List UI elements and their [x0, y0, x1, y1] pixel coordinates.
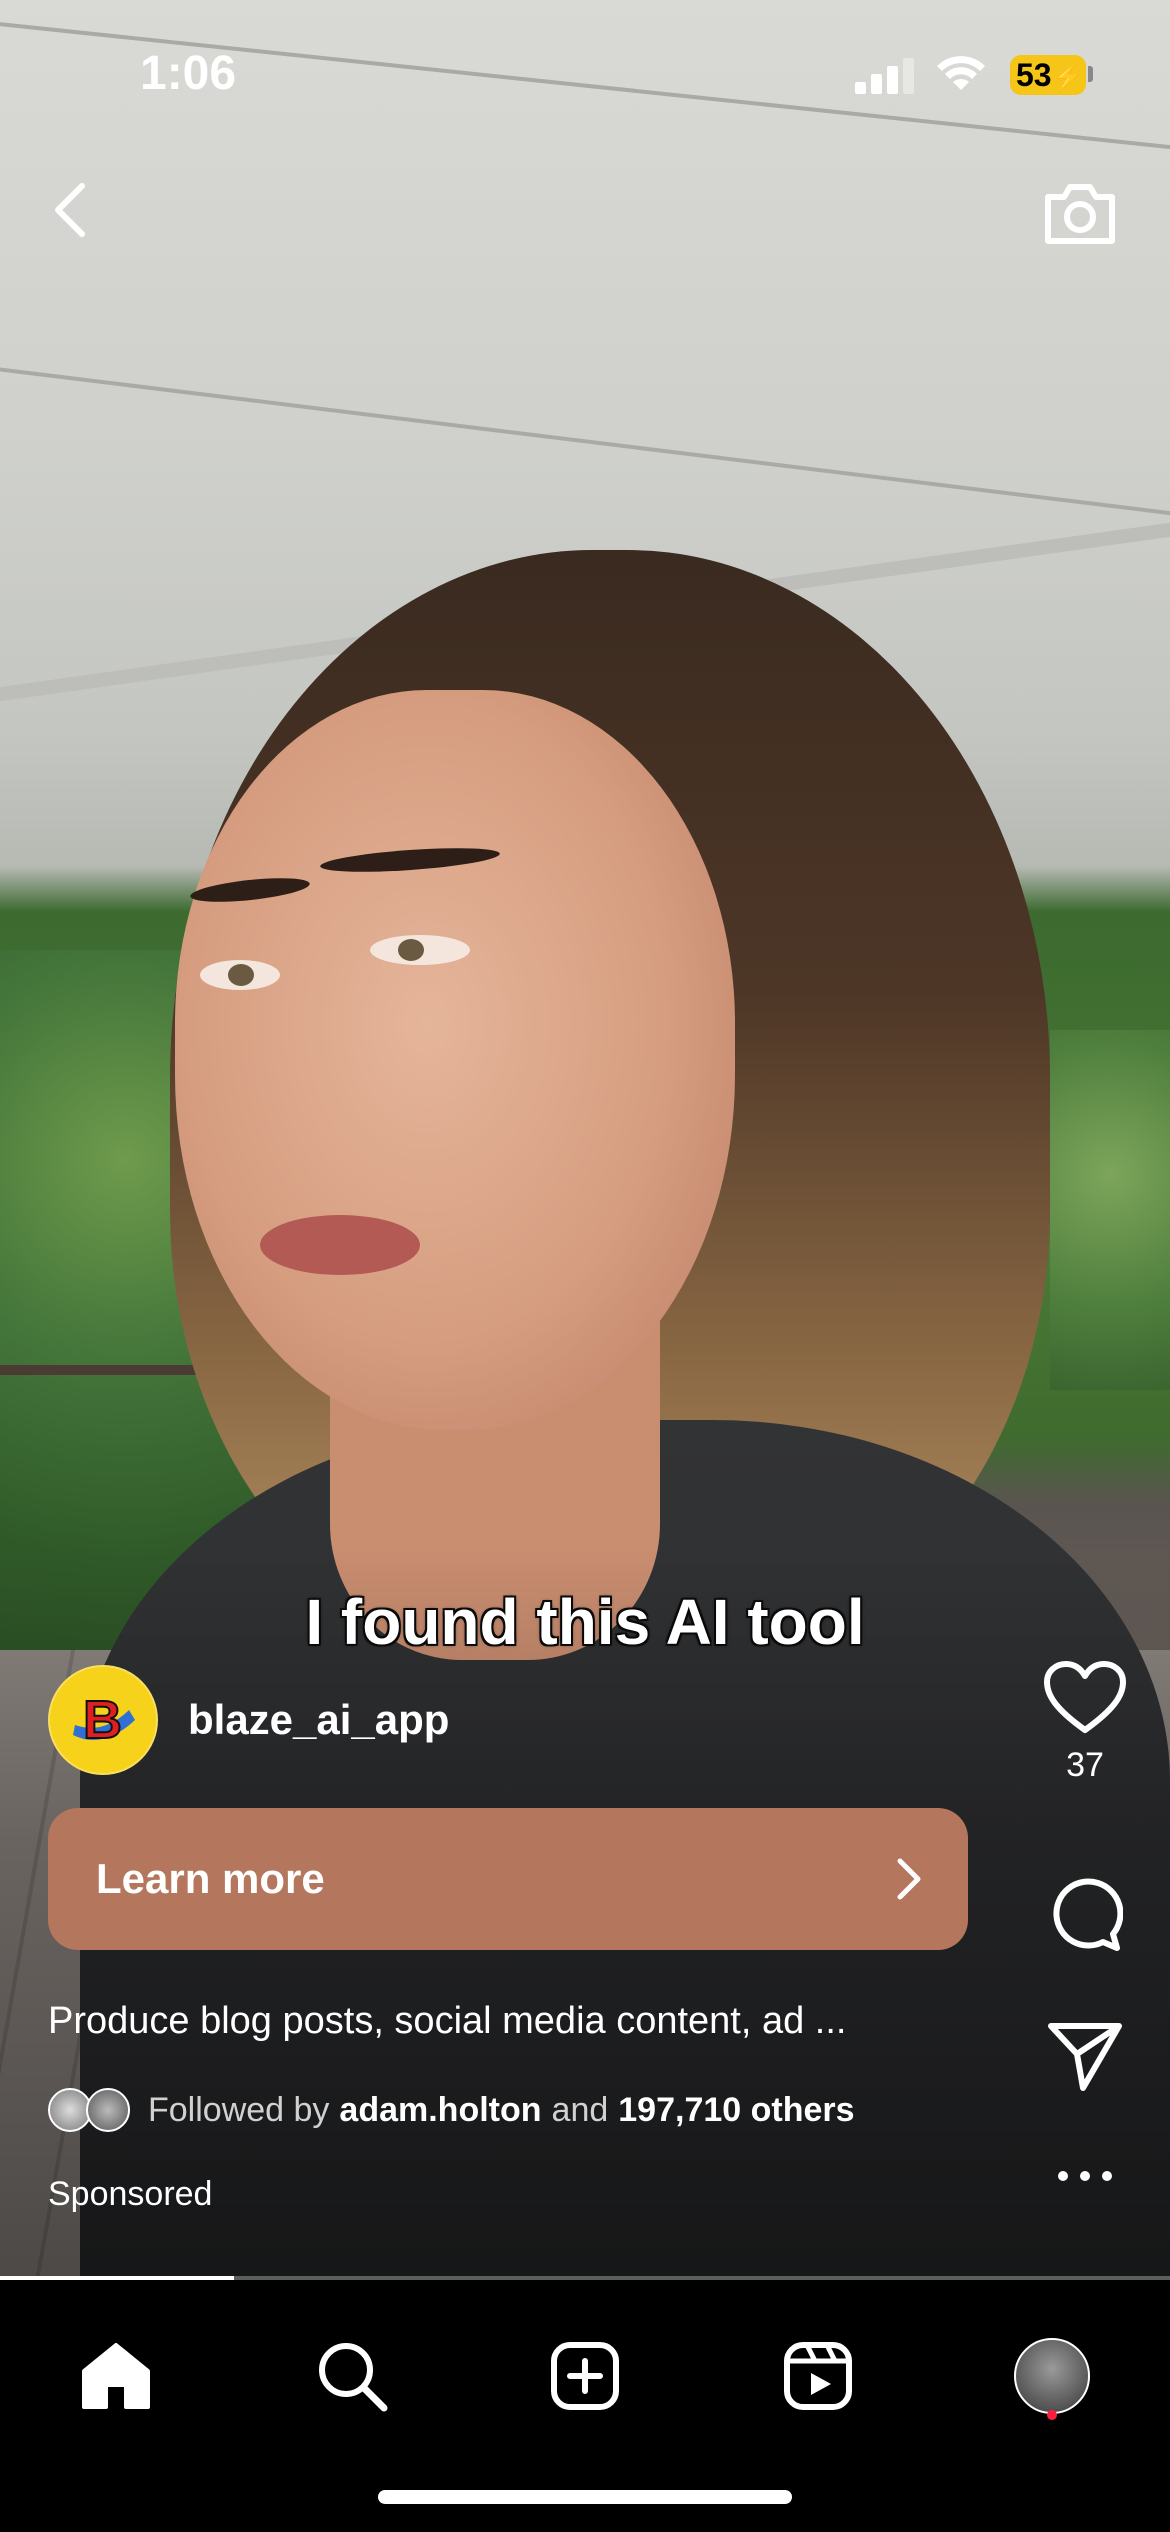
- home-indicator[interactable]: [378, 2490, 792, 2504]
- create-icon: [551, 2342, 619, 2410]
- eye: [200, 960, 280, 990]
- learn-more-label: Learn more: [96, 1855, 325, 1902]
- battery-cap: [1088, 66, 1093, 82]
- profile-notification-dot: [1047, 2410, 1057, 2420]
- chevron-right-icon: [897, 1858, 921, 1900]
- followed-by-prefix: Followed by: [148, 2090, 330, 2129]
- back-icon: [55, 183, 85, 237]
- ad-description[interactable]: Produce blog posts, social media content…: [48, 2000, 968, 2043]
- share-action[interactable]: [1000, 2020, 1170, 2092]
- tab-reels[interactable]: [758, 2316, 878, 2436]
- lips: [260, 1215, 420, 1275]
- comment-action[interactable]: [1000, 1876, 1170, 1952]
- followed-by-row[interactable]: Followed by adam.holton and 197,710 othe…: [48, 2088, 855, 2132]
- wifi-icon: [937, 56, 985, 90]
- search-icon: [319, 2343, 388, 2412]
- followed-by-others[interactable]: 197,710 others: [618, 2091, 854, 2130]
- more-options-button[interactable]: [1000, 2168, 1170, 2184]
- reel-screen: 1:06 53⚡ I found this AI tool B blaze_ai…: [0, 0, 1170, 2532]
- camera-icon: [1045, 183, 1115, 244]
- followed-by-user[interactable]: adam.holton: [339, 2091, 541, 2130]
- reels-icon: [784, 2342, 852, 2410]
- status-time: 1:06: [140, 47, 237, 100]
- charging-bolt-icon: ⚡: [1051, 62, 1084, 92]
- account-avatar[interactable]: B: [48, 1665, 158, 1775]
- follower-avatar: [86, 2088, 130, 2132]
- face: [175, 690, 735, 1430]
- camera-button[interactable]: [1035, 170, 1125, 255]
- comment-icon[interactable]: [1047, 1876, 1123, 1952]
- like-count: 37: [1066, 1746, 1104, 1784]
- like-action[interactable]: 37: [1000, 1660, 1170, 1785]
- video-caption: I found this AI tool: [305, 1586, 865, 1658]
- blaze-logo-icon: B: [73, 1689, 135, 1751]
- tab-search[interactable]: [292, 2316, 412, 2436]
- account-username[interactable]: blaze_ai_app: [188, 1696, 449, 1744]
- followed-by-conjunction: and: [551, 2090, 609, 2129]
- tab-home[interactable]: [56, 2316, 176, 2436]
- heart-icon[interactable]: [1043, 1660, 1127, 1736]
- battery-indicator: 53⚡: [1010, 55, 1086, 95]
- logo-letter: B: [83, 1690, 122, 1750]
- battery-level: 53: [1016, 57, 1052, 93]
- share-icon[interactable]: [1047, 2020, 1123, 2092]
- account-row[interactable]: B blaze_ai_app: [48, 1665, 449, 1775]
- cellular-signal-icon: [855, 58, 917, 94]
- learn-more-button[interactable]: Learn more: [48, 1808, 968, 1950]
- more-icon[interactable]: [1055, 2168, 1115, 2184]
- back-button[interactable]: [40, 170, 100, 250]
- ceiling-line: [0, 365, 1170, 528]
- sponsored-label: Sponsored: [48, 2175, 213, 2213]
- profile-avatar: [1014, 2338, 1090, 2414]
- home-icon: [82, 2343, 150, 2409]
- tab-create[interactable]: [525, 2316, 645, 2436]
- trees-right: [1050, 1030, 1170, 1390]
- eye: [370, 935, 470, 965]
